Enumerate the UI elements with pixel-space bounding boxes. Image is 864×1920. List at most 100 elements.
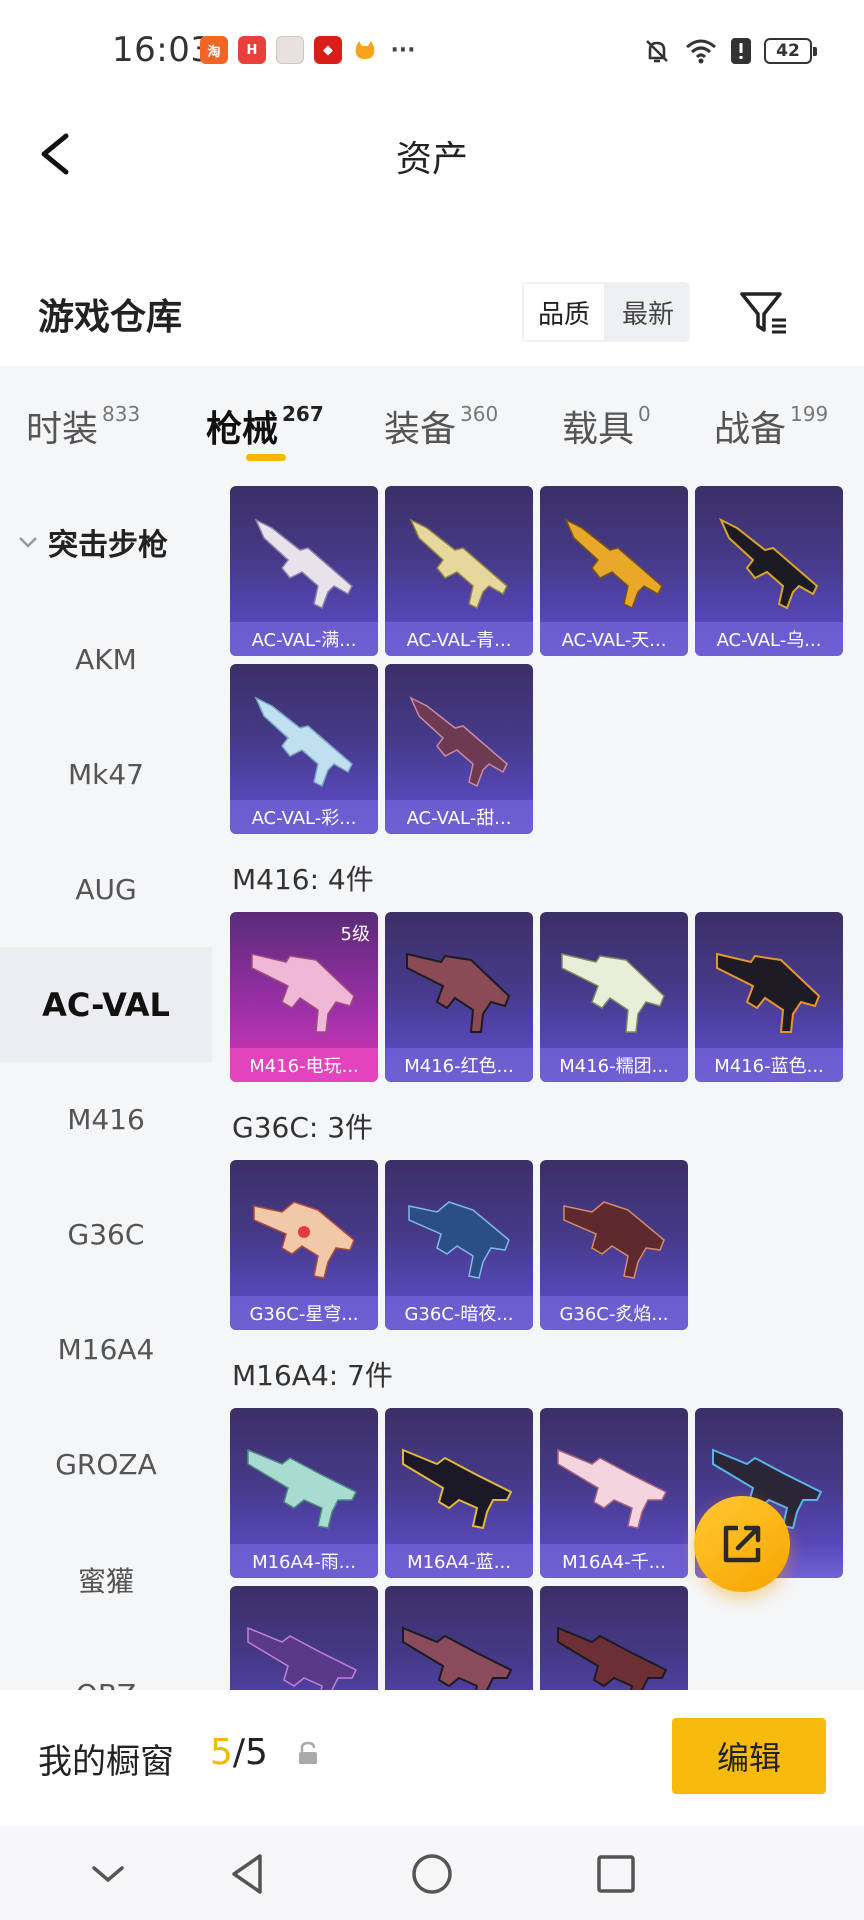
- weapon-name: M416-糯团...: [540, 1048, 688, 1082]
- weapon-card[interactable]: G36C-炙焰...: [540, 1160, 688, 1330]
- weapon-card[interactable]: G36C-暗夜...: [385, 1160, 533, 1330]
- tab-guns[interactable]: 枪械 267: [206, 400, 324, 452]
- sort-newest-button[interactable]: 最新: [606, 282, 690, 342]
- sidebar-heading: 突击步枪: [48, 528, 168, 563]
- tab-label: 载具: [562, 409, 635, 450]
- sort-quality-button[interactable]: 品质: [522, 282, 606, 342]
- showcase-count-current: 5: [210, 1732, 233, 1773]
- tab-equipment[interactable]: 装备 360: [384, 400, 498, 452]
- sidebar-category-assault-rifle[interactable]: 突击步枪: [16, 520, 168, 564]
- weapon-card[interactable]: [230, 1586, 378, 1692]
- tab-label: 战备: [714, 409, 787, 450]
- weapon-card[interactable]: [540, 1586, 688, 1692]
- rifle-icon: [557, 1448, 668, 1529]
- weapon-card[interactable]: M416-糯团...: [540, 912, 688, 1082]
- rifle-icon: [561, 953, 665, 1033]
- notification-icons: 淘 H ◆ ···: [200, 36, 418, 64]
- rifle-icon: [563, 1201, 665, 1279]
- rifle-icon: [718, 517, 819, 610]
- weapon-name: AC-VAL-青...: [385, 622, 533, 656]
- sidebar-item-groza[interactable]: GROZA: [0, 1407, 212, 1522]
- system-icons: 42: [642, 36, 817, 66]
- rifle-icon: [254, 696, 353, 788]
- sidebar-item-m416[interactable]: M416: [0, 1062, 212, 1177]
- wifi-icon: [686, 39, 716, 64]
- tab-label: 枪械: [206, 409, 279, 450]
- active-tab-indicator: [246, 454, 286, 461]
- weapon-card[interactable]: AC-VAL-彩...: [230, 664, 378, 834]
- weapon-card[interactable]: M416-红色...: [385, 912, 533, 1082]
- circle-home-icon: [412, 1854, 452, 1894]
- sort-toggle: 品质 最新: [522, 282, 690, 342]
- weapon-name: M416-蓝色...: [695, 1048, 843, 1082]
- chevron-down-icon: [19, 537, 37, 548]
- weapon-name: AC-VAL-甜...: [385, 800, 533, 834]
- weapon-card[interactable]: 5级 M416-电玩...: [230, 912, 378, 1082]
- weapon-card[interactable]: AC-VAL-青...: [385, 486, 533, 656]
- group-title-m416: M416: 4件: [232, 863, 374, 896]
- nav-home-button[interactable]: [404, 1846, 460, 1902]
- cat-icon: [352, 36, 378, 64]
- taobao-icon: 淘: [200, 36, 228, 64]
- lock-icon: [299, 1741, 317, 1764]
- showcase-count: 5/5: [210, 1732, 268, 1773]
- weapon-card[interactable]: AC-VAL-天...: [540, 486, 688, 656]
- share-button[interactable]: [694, 1496, 790, 1592]
- sidebar-item-g36c[interactable]: G36C: [0, 1177, 212, 1292]
- category-tabs: 时装 833 枪械 267 装备 360 载具 0 战备 199: [0, 366, 864, 476]
- tab-count: 0: [638, 402, 651, 426]
- sidebar-item-m16a4[interactable]: M16A4: [0, 1292, 212, 1407]
- sidebar-item-acval[interactable]: AC-VAL: [0, 947, 212, 1062]
- rifle-icon: [557, 1626, 668, 1692]
- weapon-name: M16A4-蓝...: [385, 1544, 533, 1578]
- page-title: 资产: [395, 139, 468, 180]
- rifle-icon: [247, 1626, 358, 1692]
- weapon-card[interactable]: AC-VAL-满...: [230, 486, 378, 656]
- weapon-sidebar: 突击步枪 AKM Mk47 AUG AC-VAL M416 G36C M16A4…: [0, 476, 212, 1692]
- weapon-card[interactable]: M16A4-千...: [540, 1408, 688, 1578]
- weapon-name: AC-VAL-天...: [540, 622, 688, 656]
- status-bar: 16:03 淘 H ◆ ··· 42: [0, 0, 864, 104]
- gift-icon: [276, 36, 304, 64]
- rifle-icon: [247, 1448, 358, 1529]
- sidebar-item-akm[interactable]: AKM: [0, 602, 212, 717]
- weapon-card[interactable]: G36C-星穹...: [230, 1160, 378, 1330]
- weapon-name: G36C-星穹...: [230, 1296, 378, 1330]
- rifle-icon: [408, 1201, 510, 1279]
- weapon-card[interactable]: AC-VAL-甜...: [385, 664, 533, 834]
- huawei-icon: H: [238, 36, 266, 64]
- square-recents-icon: [597, 1855, 635, 1893]
- showcase-bar: 我的橱窗 5/5 编辑: [0, 1690, 864, 1826]
- tab-count: 199: [790, 402, 829, 426]
- nav-recents-button[interactable]: [588, 1846, 644, 1902]
- nav-back-button[interactable]: [220, 1846, 276, 1902]
- weapon-card[interactable]: [385, 1586, 533, 1692]
- weapon-card[interactable]: AC-VAL-乌...: [695, 486, 843, 656]
- nav-collapse-button[interactable]: [80, 1846, 136, 1902]
- weapon-name: M416-红色...: [385, 1048, 533, 1082]
- sidebar-item-qbz[interactable]: QBZ: [0, 1637, 212, 1692]
- tab-count: 267: [282, 402, 324, 426]
- sidebar-item-mk47[interactable]: Mk47: [0, 717, 212, 832]
- weapon-card[interactable]: M416-蓝色...: [695, 912, 843, 1082]
- rifle-icon: [402, 1626, 513, 1692]
- weapon-name: G36C-暗夜...: [385, 1296, 533, 1330]
- battery-icon: 42: [764, 38, 817, 64]
- app-icon: ◆: [314, 36, 342, 64]
- filter-button[interactable]: [734, 282, 794, 342]
- rifle-icon: [254, 518, 353, 610]
- sidebar-item-honey-badger[interactable]: 蜜獾: [0, 1522, 212, 1637]
- rifle-icon: [406, 952, 511, 1033]
- weapon-name: M16A4-千...: [540, 1544, 688, 1578]
- tab-supplies[interactable]: 战备 199: [714, 400, 828, 452]
- weapon-card[interactable]: M16A4-雨...: [230, 1408, 378, 1578]
- edit-button[interactable]: 编辑: [672, 1718, 826, 1794]
- tab-count: 360: [460, 402, 499, 426]
- rifle-icon: [409, 518, 508, 610]
- sidebar-item-aug[interactable]: AUG: [0, 832, 212, 947]
- tab-vehicles[interactable]: 载具 0: [562, 400, 651, 452]
- rifle-icon: [716, 952, 821, 1033]
- weapon-name: AC-VAL-彩...: [230, 800, 378, 834]
- weapon-card[interactable]: M16A4-蓝...: [385, 1408, 533, 1578]
- tab-fashion[interactable]: 时装 833: [26, 400, 140, 452]
